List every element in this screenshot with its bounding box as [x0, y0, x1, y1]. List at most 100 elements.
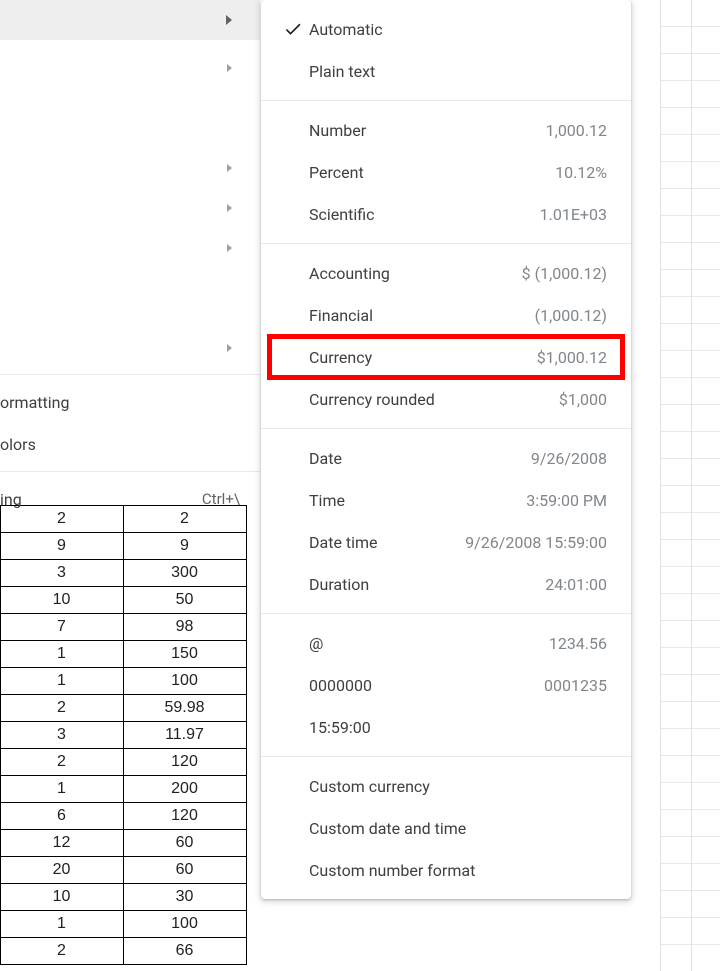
format-option-label: Financial [309, 306, 373, 325]
format-option-datetime[interactable]: Date time 9/26/2008 15:59:00 [261, 521, 631, 563]
format-option-scientific[interactable]: Scientific 1.01E+03 [261, 193, 631, 235]
format-option-label: Custom number format [309, 861, 475, 880]
table-cell[interactable]: 9 [0, 533, 123, 560]
check-icon-slot [277, 675, 309, 695]
table-cell[interactable]: 10 [0, 587, 123, 614]
format-option-example: 1.01E+03 [540, 205, 607, 224]
table-cell[interactable]: 300 [123, 560, 246, 587]
format-option-example: $ (1,000.12) [522, 264, 607, 283]
table-cell[interactable]: 100 [123, 911, 246, 938]
table-cell[interactable]: 1 [0, 641, 123, 668]
submenu-arrow-icon [226, 15, 232, 25]
check-icon-slot [277, 574, 309, 594]
format-option-example: 1,000.12 [546, 121, 607, 140]
submenu-arrow-icon [227, 64, 232, 72]
table-cell[interactable]: 6 [0, 803, 123, 830]
menu-divider [261, 428, 631, 429]
table-cell[interactable]: 10 [0, 884, 123, 911]
format-option-label: Date time [309, 533, 378, 552]
menu-item-label: ormatting [0, 393, 69, 412]
parent-menu-item[interactable] [0, 328, 260, 368]
format-option-currency[interactable]: Currency$1,000.12 [261, 336, 631, 378]
format-option-example: 24:01:00 [545, 575, 607, 594]
format-option-custom-datetime[interactable]: Custom date and time [261, 807, 631, 849]
table-cell[interactable]: 7 [0, 614, 123, 641]
format-option-duration[interactable]: Duration 24:01:00 [261, 563, 631, 605]
parent-menu-item[interactable] [0, 0, 260, 40]
table-cell[interactable]: 20 [0, 857, 123, 884]
format-option-label: @ [309, 634, 323, 653]
format-option-example: $1,000 [559, 390, 607, 409]
table-cell[interactable]: 59.98 [123, 695, 246, 722]
format-option-example: $1,000.12 [537, 348, 607, 367]
table-cell[interactable]: 50 [123, 587, 246, 614]
table-cell[interactable]: 60 [123, 857, 246, 884]
format-option-label: Plain text [309, 62, 375, 81]
menu-item-conditional-formatting[interactable]: ormatting [0, 381, 260, 423]
format-option-financial[interactable]: Financial(1,000.12) [261, 294, 631, 336]
parent-menu-item[interactable] [0, 148, 260, 188]
parent-menu-item[interactable] [0, 48, 260, 88]
submenu-arrow-icon [227, 204, 232, 212]
format-option-currency-rounded[interactable]: Currency rounded $1,000 [261, 378, 631, 420]
table-cell[interactable]: 98 [123, 614, 246, 641]
table-cell[interactable]: 60 [123, 830, 246, 857]
table-cell[interactable]: 9 [123, 533, 246, 560]
format-option-label: Scientific [309, 205, 374, 224]
format-option-label: Date [309, 449, 342, 468]
format-option-label: Currency rounded [309, 390, 435, 409]
table-cell[interactable]: 120 [123, 803, 246, 830]
menu-item-clear-formatting[interactable]: ing Ctrl+\ [0, 478, 260, 520]
format-option-plaintext[interactable]: Plain text [261, 50, 631, 92]
menu-item-label: ing [0, 490, 22, 509]
format-option-label: Accounting [309, 264, 390, 283]
submenu-arrow-icon [227, 244, 232, 252]
table-cell[interactable]: 1 [0, 668, 123, 695]
format-option-timefmt[interactable]: 15:59:00 [261, 706, 631, 748]
table-cell[interactable]: 3 [0, 722, 123, 749]
table-cell[interactable]: 2 [0, 749, 123, 776]
menu-divider [261, 613, 631, 614]
check-icon-slot [277, 717, 309, 737]
check-icon-slot [277, 263, 309, 283]
check-icon-slot [277, 776, 309, 796]
menu-item-alternating-colors[interactable]: olors [0, 423, 260, 465]
table-cell[interactable]: 2 [0, 695, 123, 722]
table-cell[interactable]: 3 [0, 560, 123, 587]
table-cell[interactable]: 30 [123, 884, 246, 911]
check-icon-slot [277, 347, 309, 367]
menu-divider [0, 374, 260, 375]
format-option-example: 10.12% [555, 163, 607, 182]
table-cell[interactable]: 12 [0, 830, 123, 857]
parent-menu-item[interactable] [0, 188, 260, 228]
format-option-number[interactable]: Number1,000.12 [261, 109, 631, 151]
check-icon-slot [277, 120, 309, 140]
check-icon [283, 19, 303, 39]
table-cell[interactable]: 100 [123, 668, 246, 695]
format-option-custom-number[interactable]: Custom number format [261, 849, 631, 891]
table-cell[interactable]: 150 [123, 641, 246, 668]
table-cell[interactable]: 120 [123, 749, 246, 776]
format-option-percent[interactable]: Percent10.12% [261, 151, 631, 193]
check-icon-slot [277, 818, 309, 838]
format-option-zeros[interactable]: 00000000001235 [261, 664, 631, 706]
table-cell[interactable]: 1 [0, 776, 123, 803]
format-option-example: 9/26/2008 15:59:00 [465, 533, 607, 552]
number-format-submenu: Automatic Plain text Number1,000.12Percent… [261, 0, 631, 899]
format-option-date[interactable]: Date9/26/2008 [261, 437, 631, 479]
format-option-time[interactable]: Time3:59:00 PM [261, 479, 631, 521]
format-option-example: 0001235 [544, 676, 607, 695]
format-option-automatic[interactable]: Automatic [261, 8, 631, 50]
format-option-custom-currency[interactable]: Custom currency [261, 765, 631, 807]
table-cell[interactable]: 200 [123, 776, 246, 803]
format-option-label: Duration [309, 575, 369, 594]
check-icon-slot [277, 389, 309, 409]
parent-menu-item[interactable] [0, 228, 260, 268]
table-cell[interactable]: 1 [0, 911, 123, 938]
table-cell[interactable]: 2 [0, 938, 123, 965]
table-cell[interactable]: 66 [123, 938, 246, 965]
format-option-accounting[interactable]: Accounting $ (1,000.12) [261, 252, 631, 294]
format-option-at[interactable]: @1234.56 [261, 622, 631, 664]
table-cell[interactable]: 11.97 [123, 722, 246, 749]
check-icon-slot [277, 162, 309, 182]
